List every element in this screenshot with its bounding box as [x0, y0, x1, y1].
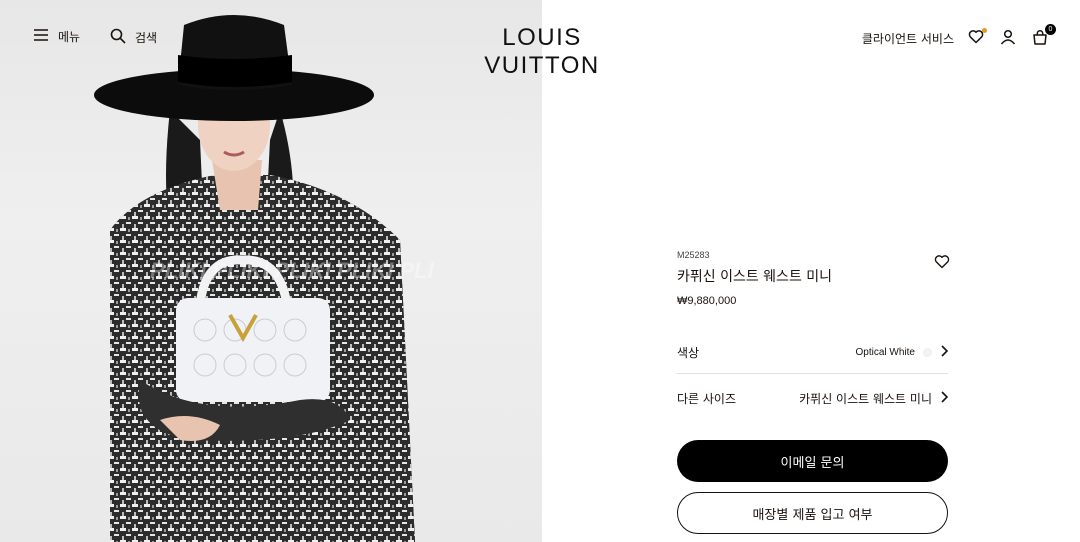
client-service-link[interactable]: 클라이언트 서비스: [862, 30, 954, 47]
option-divider: [677, 373, 948, 374]
wishlist-button[interactable]: [966, 28, 987, 48]
product-name: 카퓌신 이스트 웨스트 미니: [677, 269, 833, 285]
store-availability-button[interactable]: 매장별 제품 입고 여부: [677, 492, 948, 534]
size-label: 다른 사이즈: [677, 391, 737, 406]
email-inquiry-button[interactable]: 이메일 문의: [677, 440, 948, 482]
cart-button[interactable]: 0: [1030, 24, 1056, 48]
product-sku: M25283: [677, 250, 710, 260]
chevron-right-icon: [940, 344, 949, 360]
header-utilities: 클라이언트 서비스 0: [862, 24, 1056, 48]
add-to-wishlist-button[interactable]: [934, 254, 950, 270]
size-value: 카퓌신 이스트 웨스트 미니: [799, 391, 932, 406]
user-icon: [1000, 29, 1016, 48]
wishlist-indicator-dot: [982, 28, 987, 33]
chevron-right-icon: [940, 390, 949, 406]
color-selector[interactable]: 색상 Optical White: [677, 338, 949, 366]
product-photo: PLIKI PLIKI PLIKI PLIKI PLI: [0, 0, 542, 542]
brand-logo[interactable]: LOUIS VUITTON: [442, 24, 642, 80]
cart-count-badge: 0: [1045, 24, 1056, 35]
menu-button[interactable]: 메뉴: [33, 28, 80, 45]
site-header: 메뉴 검색 LOUIS VUITTON 클라이언트 서비스 0: [0, 0, 1080, 80]
menu-label: 메뉴: [58, 30, 81, 44]
product-price: ₩9,880,000: [677, 295, 737, 307]
product-info: M25283 카퓌신 이스트 웨스트 미니 ₩9,880,000: [677, 250, 950, 307]
search-icon: [110, 28, 126, 47]
model-illustration: PLIKI PLIKI PLIKI PLIKI PLI: [94, 15, 434, 542]
color-value: Optical White: [855, 346, 915, 358]
watermark-text: PLIKI PLIKI PLIKI PLIKI PLI: [150, 258, 434, 283]
account-button[interactable]: [998, 28, 1018, 48]
hamburger-icon: [33, 28, 49, 45]
heart-icon: [934, 254, 950, 273]
size-selector[interactable]: 다른 사이즈 카퓌신 이스트 웨스트 미니: [677, 384, 949, 412]
color-swatch: [923, 347, 932, 357]
search-label: 검색: [135, 31, 158, 45]
color-label: 색상: [677, 345, 700, 360]
search-button[interactable]: 검색: [110, 28, 157, 47]
